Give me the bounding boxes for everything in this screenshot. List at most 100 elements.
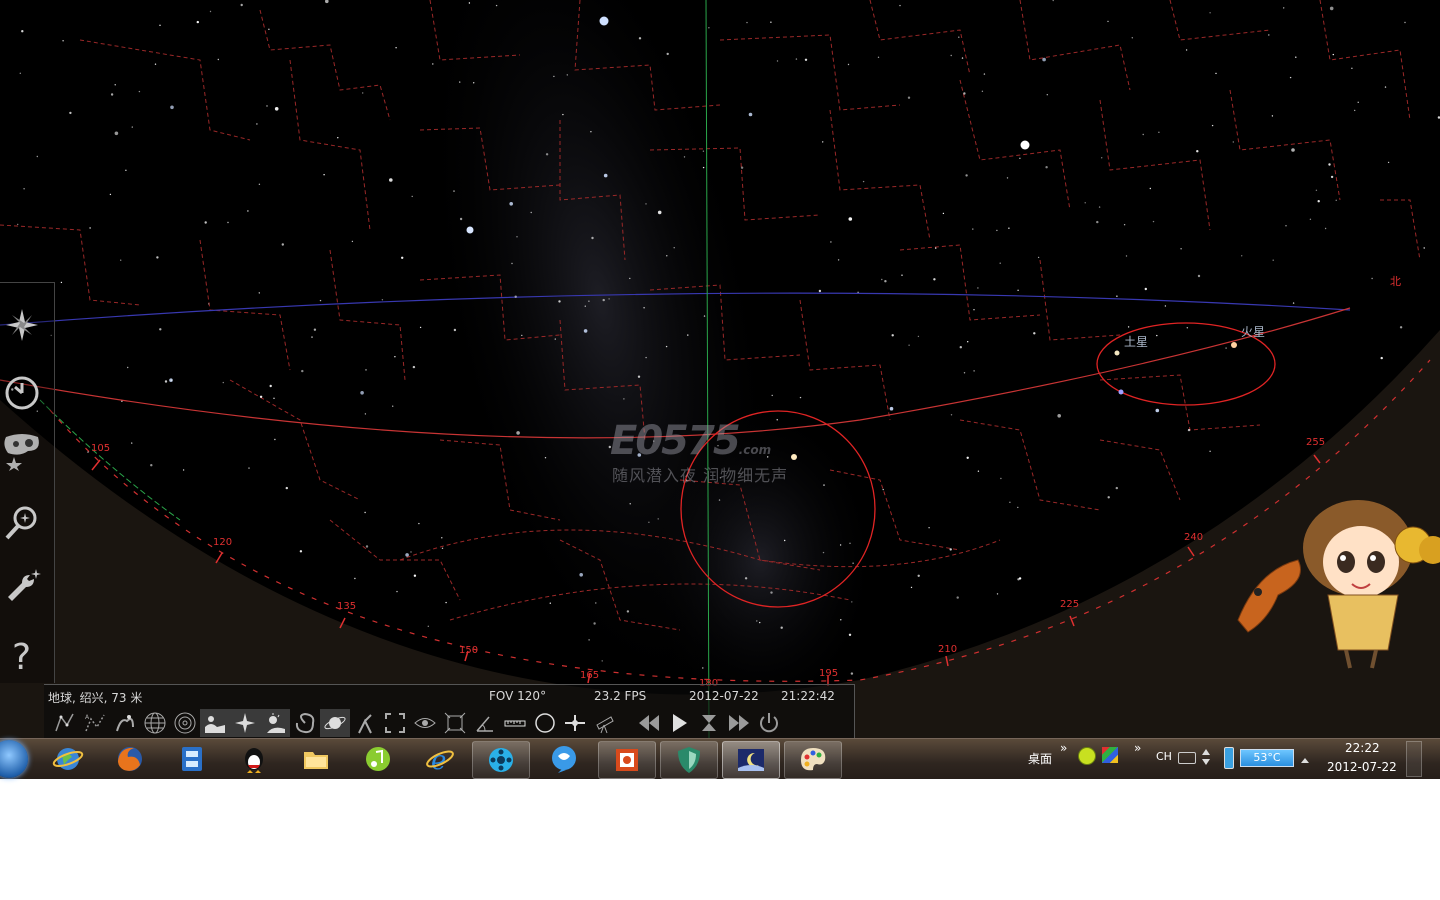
increase-time-speed-button[interactable] [724,709,754,737]
star [1399,326,1403,329]
start-button[interactable] [0,740,28,778]
atmosphere-button[interactable] [260,709,290,737]
star [950,54,952,57]
star [1037,256,1040,259]
star [389,178,393,182]
taskbar-app-music-player[interactable] [350,741,406,777]
star [629,503,631,505]
equatorial-mount-button[interactable] [350,709,380,737]
star [965,174,968,177]
tray-windows-logo-icon[interactable] [1102,747,1118,763]
ie-icon: e [426,746,454,775]
star [935,247,937,249]
date-status: 2012-07-22 [689,689,759,703]
desktop-toolbar-expand[interactable]: » [1060,741,1067,755]
star [1008,227,1010,229]
star [963,372,966,374]
star [1084,202,1086,204]
star [364,413,367,415]
ruler-button[interactable] [500,709,530,737]
language-indicator[interactable]: CH [1156,750,1172,763]
watermark-slogan: 随风潜入夜 润物细无声 [612,466,789,485]
keyboard-icon[interactable] [1178,752,1196,764]
sky-view[interactable]: 土星 火星 105 120 135 150 165 180 195 210 22… [0,0,1440,738]
play-button[interactable] [664,709,694,737]
taskbar-app-explorer[interactable] [288,741,344,777]
constellation-art-button[interactable] [110,709,140,737]
taskbar-app-media-center[interactable] [164,741,220,777]
configuration-window-button[interactable] [0,565,44,609]
ime-arrows-icon[interactable] [1202,747,1210,767]
constellation-lines-button[interactable] [50,709,80,737]
night-mode-button[interactable] [410,709,440,737]
nebulae-button[interactable] [290,709,320,737]
star [127,366,129,369]
constellation-labels-icon: A [85,714,105,732]
location-window-button[interactable] [0,303,44,347]
star [830,241,832,243]
taskbar-app-stellarium[interactable] [722,741,780,779]
star [394,356,396,358]
cardinal-points-button[interactable] [230,709,260,737]
clock-time[interactable]: 22:22 [1345,741,1380,755]
planet-labels-button[interactable] [320,709,350,737]
star [209,10,212,13]
taskbar-app-paint[interactable] [784,741,842,779]
taskbar-app-qq[interactable] [226,741,282,777]
ground-button[interactable] [200,709,230,737]
full-screen-button[interactable] [440,709,470,737]
temperature-widget[interactable]: 53°C [1240,749,1294,767]
star [1180,248,1182,250]
star [1268,34,1270,36]
star [120,259,122,261]
equatorial-grid-button[interactable] [140,709,170,737]
taskbar-app-video-player[interactable] [472,741,530,779]
usb-drive-icon[interactable] [1224,747,1234,769]
star [602,298,605,302]
date-time-window-button[interactable] [0,369,44,413]
star [1057,414,1061,418]
star [1187,428,1191,432]
star [1006,177,1009,179]
planet-label-mars[interactable]: 火星 [1241,323,1265,340]
help-window-button[interactable]: ? [0,633,44,677]
star [544,457,547,459]
show-desktop-button[interactable] [1406,741,1422,777]
planet-label-saturn[interactable]: 土星 [1124,333,1148,350]
star [1335,199,1337,201]
star [473,82,475,84]
star [1098,206,1101,208]
star [1197,274,1201,278]
decrease-time-speed-button[interactable] [634,709,664,737]
quit-button[interactable] [754,709,784,737]
taskbar-app-messenger[interactable] [536,741,592,777]
clock-date[interactable]: 2012-07-22 [1327,760,1397,774]
constellation-labels-button[interactable]: A [80,709,110,737]
taskbar-app-internet-explorer[interactable]: e [412,741,468,777]
desktop-toolbar-label[interactable]: 桌面 [1028,750,1052,767]
star [756,620,758,622]
tray-plus-icon[interactable] [1078,747,1096,765]
crosshair-button[interactable] [560,709,590,737]
angle-measure-button[interactable] [470,709,500,737]
taskbar-app-powerpoint[interactable] [598,741,656,779]
center-selected-button[interactable] [380,709,410,737]
star [910,586,913,589]
search-window-button[interactable] [0,501,44,545]
taskbar-app-security-shield[interactable] [660,741,718,779]
ocular-button[interactable] [530,709,560,737]
tray-expand[interactable]: » [1134,741,1141,755]
taskbar-app-ie-globe[interactable] [40,741,96,777]
sky-view-options-button[interactable] [0,429,44,473]
taskbar-app-firefox[interactable] [102,741,158,777]
music-icon [366,747,390,771]
star [509,202,513,206]
show-hidden-icons-button[interactable] [1300,751,1310,770]
telescope-button[interactable] [590,709,620,737]
star [159,328,162,331]
azimuthal-grid-button[interactable] [170,709,200,737]
star [1131,37,1134,39]
folder-icon [304,752,328,769]
set-normal-time-button[interactable] [694,709,724,737]
star [1371,277,1373,280]
